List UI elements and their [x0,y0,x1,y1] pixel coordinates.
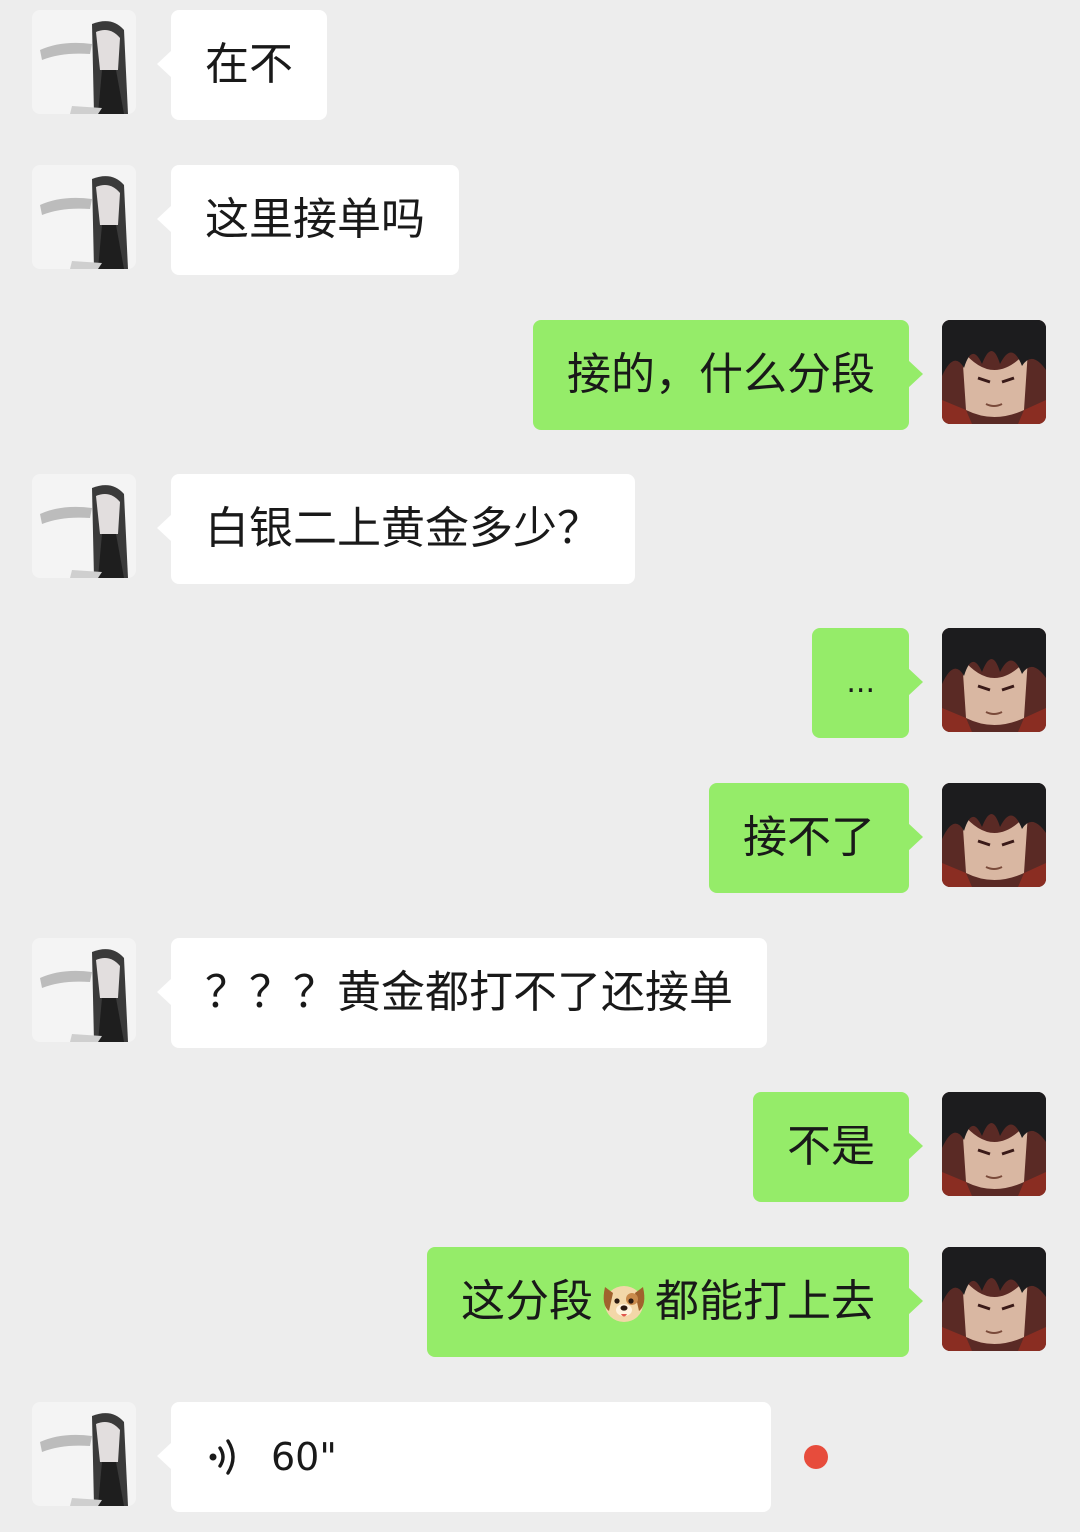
my-avatar[interactable] [942,320,1046,424]
voice-message-bubble[interactable]: 60" [157,1402,771,1512]
message-bubble[interactable]: ... [812,628,923,738]
my-avatar[interactable] [942,628,1046,732]
message-incoming: ？？？黄金都打不了还接单 [0,938,1080,1048]
message-text: 白银二上黄金多少？ [205,503,601,554]
contact-avatar[interactable] [32,165,136,269]
voice-wave-icon [205,1402,249,1512]
message-outgoing: 接的，什么分段 [0,320,1080,430]
message-incoming: 在不 [0,10,1080,120]
message-text: 接的，什么分段 [567,349,875,400]
message-bubble[interactable]: 在不 [157,10,327,120]
message-text-after-emoji: 都能打上去 [655,1276,875,1327]
message-text: 这里接单吗 [205,194,425,245]
contact-avatar[interactable] [32,474,136,578]
message-outgoing: 接不了 [0,783,1080,893]
message-bubble[interactable]: 这分段 都能打上去 [427,1247,923,1357]
my-avatar[interactable] [942,783,1046,887]
unread-dot [804,1445,828,1469]
my-avatar[interactable] [942,1247,1046,1351]
contact-avatar[interactable] [32,938,136,1042]
message-outgoing: ... [0,628,1080,738]
message-incoming: 这里接单吗 [0,165,1080,275]
message-outgoing: 不是 [0,1092,1080,1202]
chat-message-list: 在不 这里接单吗 接的，什么分段 白银二上黄金多少？ ... 接不了 ？？？黄金… [0,0,1080,1532]
voice-duration: 60" [271,1435,337,1479]
message-bubble[interactable]: 白银二上黄金多少？ [157,474,635,584]
message-bubble[interactable]: 这里接单吗 [157,165,459,275]
contact-avatar[interactable] [32,10,136,114]
message-text: 在不 [205,39,293,90]
message-text: 接不了 [743,812,875,863]
message-text: ... [846,665,875,700]
message-bubble[interactable]: 接不了 [709,783,923,893]
message-incoming-voice: 60" [0,1402,1080,1512]
my-avatar[interactable] [942,1092,1046,1196]
message-text: 不是 [787,1121,875,1172]
dog-face-emoji-icon [599,1247,649,1357]
message-bubble[interactable]: 接的，什么分段 [533,320,923,430]
contact-avatar[interactable] [32,1402,136,1506]
message-bubble[interactable]: ？？？黄金都打不了还接单 [157,938,767,1048]
message-text-before-emoji: 这分段 [461,1276,593,1327]
message-bubble[interactable]: 不是 [753,1092,923,1202]
message-outgoing: 这分段 都能打上去 [0,1247,1080,1357]
message-incoming: 白银二上黄金多少？ [0,474,1080,584]
message-text: ？？？黄金都打不了还接单 [205,967,733,1018]
